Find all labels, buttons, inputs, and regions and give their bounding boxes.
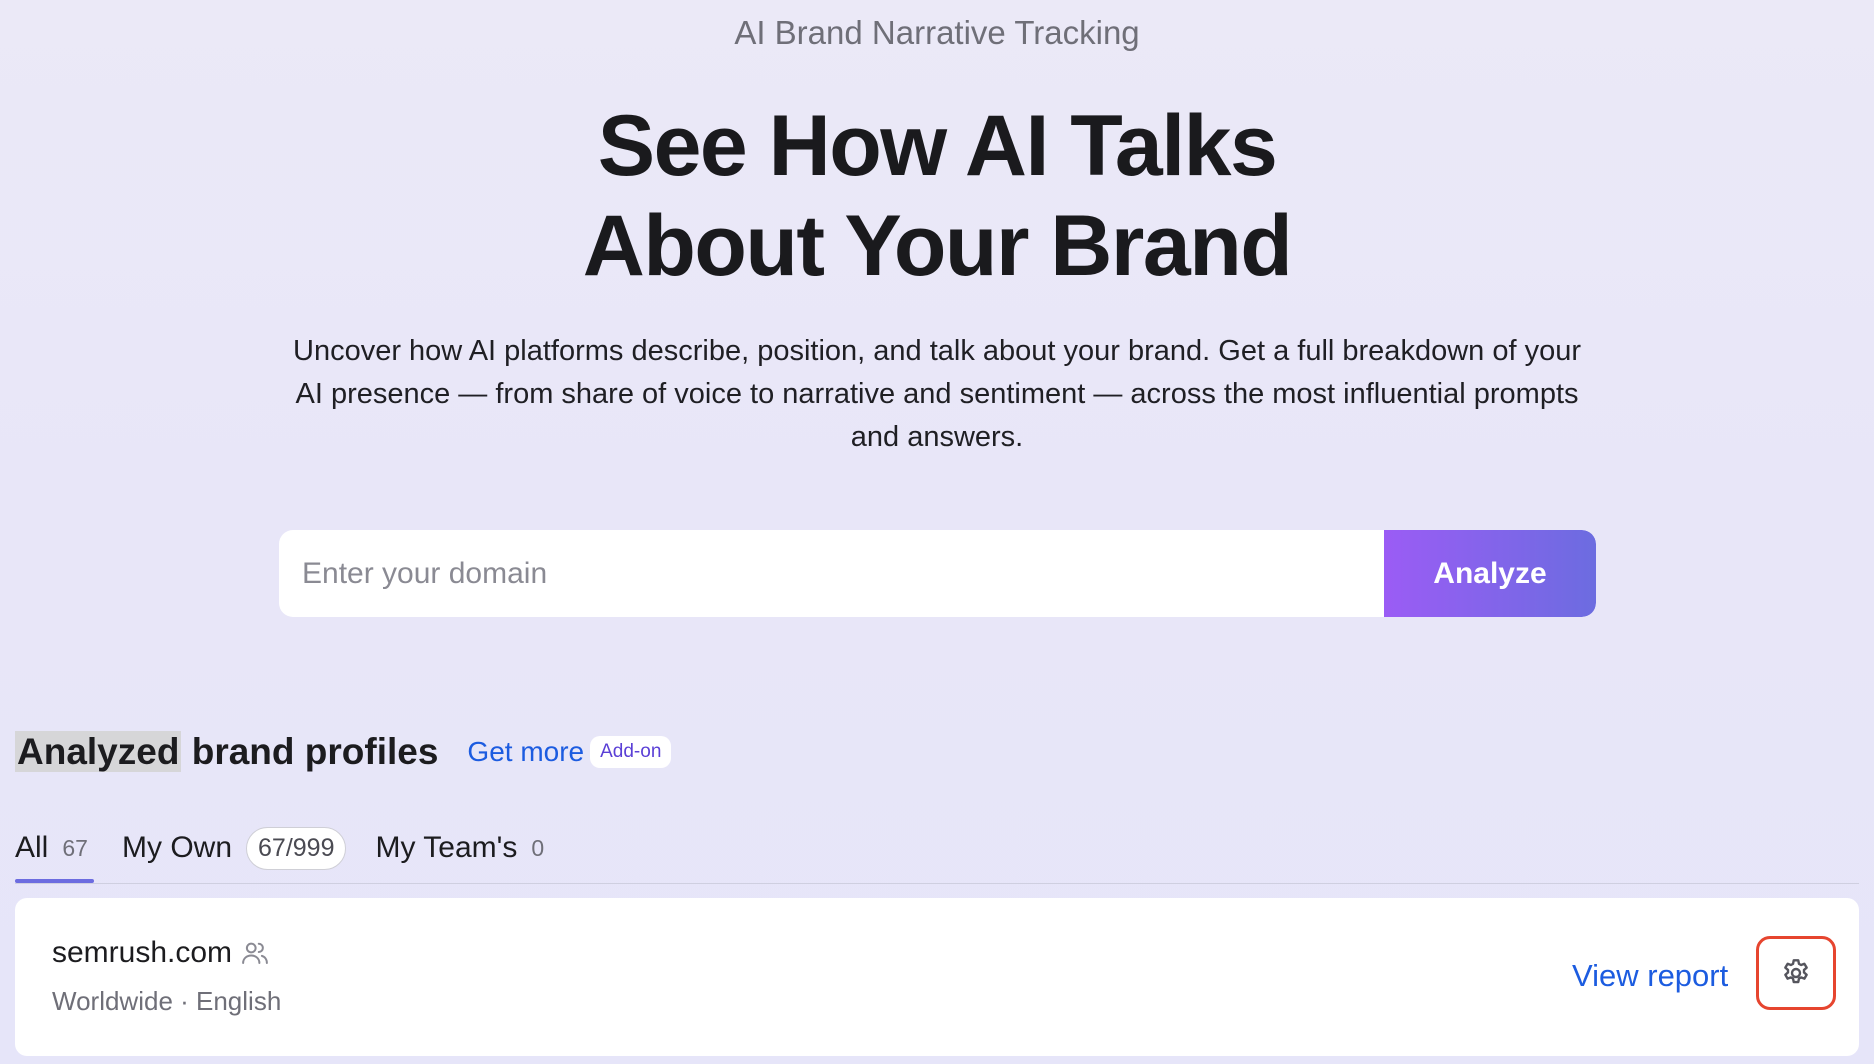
section-title: Analyzed brand profiles <box>15 731 438 773</box>
profile-domain-row: semrush.com <box>52 936 270 970</box>
addon-badge: Add-on <box>590 736 672 768</box>
view-report-link[interactable]: View report <box>1572 958 1728 994</box>
tab-label: My Own <box>122 831 233 864</box>
profile-tabs: All 67 My Own 67/999 My Team's 0 <box>15 820 544 883</box>
section-title-highlight: Analyzed <box>15 731 182 772</box>
tab-all[interactable]: All 67 <box>15 820 94 883</box>
analyze-button[interactable]: Analyze <box>1384 530 1596 617</box>
team-icon <box>240 938 270 968</box>
profiles-section-header: Analyzed brand profiles Get more Add-on <box>15 731 672 773</box>
tab-label: My Team's <box>375 831 518 864</box>
tab-my-team[interactable]: My Team's 0 <box>375 820 544 876</box>
domain-search-form: Analyze <box>279 530 1596 617</box>
tab-my-own[interactable]: My Own 67/999 <box>122 820 347 876</box>
profile-settings-button[interactable] <box>1756 936 1836 1010</box>
tab-count: 67 <box>62 834 88 861</box>
section-title-rest: brand profiles <box>181 731 439 772</box>
hero-description: Uncover how AI platforms describe, posit… <box>293 335 1581 453</box>
page-eyebrow: AI Brand Narrative Tracking <box>734 14 1140 51</box>
tab-count: 0 <box>531 834 545 861</box>
tab-count-pill: 67/999 <box>246 826 347 870</box>
tab-label: All <box>15 831 49 864</box>
tabs-divider <box>15 883 1859 884</box>
domain-input[interactable] <box>279 530 1384 617</box>
hero-title-line-1: See How AI Talks <box>597 98 1278 194</box>
profile-location-language: Worldwide · English <box>52 986 282 1016</box>
hero-title: See How AI Talks About Your Brand <box>0 96 1874 296</box>
profile-card: semrush.com Worldwide · English View rep… <box>15 898 1859 1056</box>
profile-domain: semrush.com <box>52 936 233 969</box>
gear-icon <box>1780 957 1812 989</box>
get-more-link[interactable]: Get more <box>467 736 584 768</box>
hero-title-line-2: About Your Brand <box>582 198 1293 294</box>
